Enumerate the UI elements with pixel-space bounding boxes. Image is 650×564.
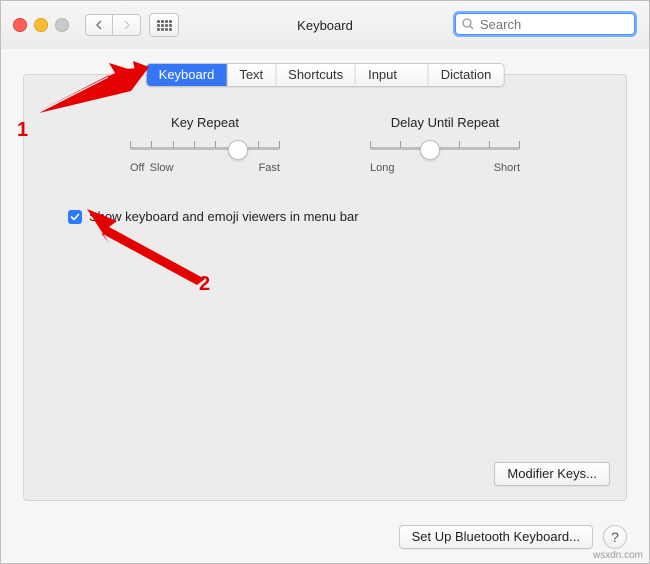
forward-button[interactable] [113, 14, 141, 36]
chevron-left-icon [95, 20, 103, 30]
delay-repeat-group: Delay Until Repeat Long Short [370, 115, 520, 174]
key-repeat-slider[interactable] [130, 138, 280, 158]
tab-shortcuts[interactable]: Shortcuts [276, 64, 356, 86]
key-repeat-off-label: Off [130, 162, 144, 174]
search-icon [461, 17, 475, 31]
key-repeat-label: Key Repeat [130, 115, 280, 130]
show-viewers-checkbox-row: Show keyboard and emoji viewers in menu … [68, 209, 626, 224]
search-field[interactable] [455, 13, 635, 35]
search-input[interactable] [455, 13, 635, 35]
watermark: wsxdn.com [593, 550, 643, 561]
titlebar: Keyboard [1, 1, 649, 50]
checkmark-icon [70, 212, 80, 222]
keyboard-preferences-window: Keyboard KeyboardTextShortcutsInput Sour… [0, 0, 650, 564]
key-repeat-slow-label: Slow [150, 162, 174, 174]
delay-repeat-long-label: Long [370, 162, 394, 174]
tab-dictation[interactable]: Dictation [429, 64, 504, 86]
close-window-button[interactable] [13, 18, 27, 32]
slider-row: Key Repeat Off Slow Fast Delay Until Rep… [24, 75, 626, 174]
help-button[interactable]: ? [603, 525, 627, 549]
tab-text[interactable]: Text [227, 64, 276, 86]
key-repeat-thumb[interactable] [228, 140, 248, 160]
modifier-keys-button[interactable]: Modifier Keys... [494, 462, 610, 486]
grid-icon [157, 20, 172, 31]
footer-buttons: Set Up Bluetooth Keyboard... ? [399, 525, 627, 549]
delay-repeat-thumb[interactable] [420, 140, 440, 160]
back-button[interactable] [85, 14, 113, 36]
show-viewers-label: Show keyboard and emoji viewers in menu … [89, 209, 359, 224]
keyboard-panel: KeyboardTextShortcutsInput SourcesDictat… [23, 74, 627, 501]
zoom-window-button[interactable] [55, 18, 69, 32]
show-all-button[interactable] [149, 13, 179, 37]
tab-input-sources[interactable]: Input Sources [356, 64, 429, 86]
key-repeat-group: Key Repeat Off Slow Fast [130, 115, 280, 174]
delay-repeat-label: Delay Until Repeat [370, 115, 520, 130]
delay-repeat-slider[interactable] [370, 138, 520, 158]
window-body: KeyboardTextShortcutsInput SourcesDictat… [1, 49, 649, 563]
bluetooth-keyboard-button[interactable]: Set Up Bluetooth Keyboard... [399, 525, 593, 549]
show-viewers-checkbox[interactable] [68, 210, 82, 224]
nav-buttons [85, 14, 141, 36]
tab-bar: KeyboardTextShortcutsInput SourcesDictat… [146, 63, 505, 87]
chevron-right-icon [123, 20, 131, 30]
tab-keyboard[interactable]: Keyboard [147, 64, 228, 86]
window-controls [13, 18, 69, 32]
minimize-window-button[interactable] [34, 18, 48, 32]
delay-repeat-short-label: Short [494, 162, 520, 174]
key-repeat-fast-label: Fast [259, 162, 280, 174]
